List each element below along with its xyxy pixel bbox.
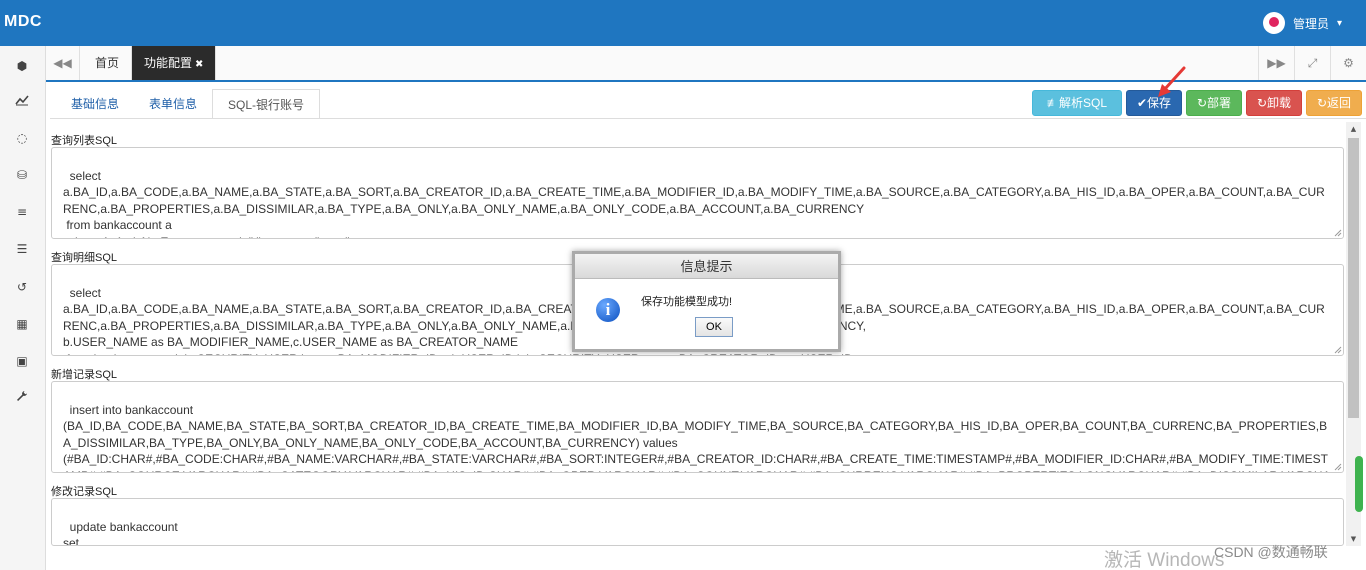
side-progress-indicator: [1355, 456, 1363, 512]
insert-record-sql-field[interactable]: insert into bankaccount (BA_ID,BA_CODE,B…: [51, 381, 1344, 473]
top-bar: MDC 管理员 ▾: [0, 0, 1366, 46]
fullscreen-icon[interactable]: ⤢: [1294, 46, 1330, 80]
tab-sql-bank-account[interactable]: SQL-银行账号: [212, 89, 321, 119]
sub-tabs-divider: [50, 118, 1366, 119]
resize-handle-icon[interactable]: [1334, 463, 1342, 471]
list-icon[interactable]: ≡: [13, 203, 31, 221]
deploy-button[interactable]: ↻部署: [1186, 90, 1242, 116]
dialog-title: 信息提示: [575, 254, 838, 279]
query-list-sql-label: 查询列表SQL: [51, 135, 118, 147]
uninstall-button[interactable]: ↻卸载: [1246, 90, 1302, 116]
parse-sql-button[interactable]: ≢解析SQL: [1032, 90, 1122, 116]
tab-function-config-label: 功能配置: [144, 56, 193, 70]
history-icon[interactable]: ↺: [13, 278, 31, 296]
gear-icon[interactable]: ⚙: [1330, 46, 1366, 80]
resize-handle-icon[interactable]: [1334, 229, 1342, 237]
spinner-icon[interactable]: ◌: [13, 129, 31, 147]
sidebar: ⬢ ◌ ⛁ ≡ ☰ ↺ ▦ ▣: [0, 46, 46, 570]
tab-form-info[interactable]: 表单信息: [134, 89, 212, 119]
tab-function-config[interactable]: 功能配置 ✖: [132, 46, 217, 80]
app-logo: MDC: [4, 13, 42, 30]
chevron-down-icon[interactable]: ▾: [1337, 18, 1342, 29]
query-list-sql-value[interactable]: select a.BA_ID,a.BA_CODE,a.BA_NAME,a.BA_…: [63, 169, 1325, 238]
query-list-sql-field[interactable]: select a.BA_ID,a.BA_CODE,a.BA_NAME,a.BA_…: [51, 147, 1344, 239]
tab-scroll-right-icon[interactable]: ▶▶: [1258, 46, 1294, 80]
scroll-up-icon[interactable]: ▲: [1346, 122, 1361, 136]
windows-activation-watermark: 激活 Windows: [1104, 550, 1225, 570]
update-record-sql-field[interactable]: update bankaccount set BA_CODE=#BA_CODE#…: [51, 498, 1344, 546]
dialog-message: 保存功能模型成功!: [641, 296, 733, 308]
tab-home[interactable]: 首页: [83, 46, 133, 80]
insert-record-sql-label: 新增记录SQL: [51, 369, 118, 381]
wrench-icon[interactable]: [13, 389, 31, 407]
line-chart-icon[interactable]: [13, 93, 31, 111]
update-record-sql-value[interactable]: update bankaccount set BA_CODE=#BA_CODE#…: [63, 520, 1327, 545]
info-dialog: 信息提示 i 保存功能模型成功! OK: [572, 251, 841, 352]
tab-scroll-left-icon[interactable]: ◀◀: [46, 46, 80, 80]
sub-tabs: 基础信息 表单信息 SQL-银行账号: [56, 89, 321, 119]
close-icon[interactable]: ✖: [195, 59, 203, 70]
info-icon: i: [596, 298, 620, 322]
ok-button[interactable]: OK: [695, 317, 733, 337]
user-menu[interactable]: 管理员 ▾: [1262, 12, 1342, 34]
table-list-icon[interactable]: ☰: [13, 240, 31, 258]
cube-icon[interactable]: ⬢: [13, 57, 31, 75]
tab-home-label: 首页: [95, 56, 120, 70]
query-detail-sql-label: 查询明细SQL: [51, 252, 118, 264]
user-name[interactable]: 管理员: [1293, 15, 1329, 32]
archive-icon[interactable]: ▣: [13, 352, 31, 370]
update-record-sql-label: 修改记录SQL: [51, 486, 118, 498]
csdn-watermark: CSDN @数通畅联: [1214, 544, 1328, 560]
scroll-down-icon[interactable]: ▼: [1346, 532, 1361, 546]
tab-basic-info[interactable]: 基础信息: [56, 89, 134, 119]
red-arrow-annotation: [1158, 66, 1186, 97]
avatar[interactable]: [1262, 12, 1285, 34]
database-icon[interactable]: ⛁: [13, 166, 31, 184]
back-button[interactable]: ↻返回: [1306, 90, 1362, 116]
insert-record-sql-value[interactable]: insert into bankaccount (BA_ID,BA_CODE,B…: [63, 403, 1331, 472]
resize-handle-icon[interactable]: [1334, 346, 1342, 354]
film-icon[interactable]: ▦: [13, 315, 31, 333]
scrollbar-thumb[interactable]: [1348, 138, 1359, 418]
